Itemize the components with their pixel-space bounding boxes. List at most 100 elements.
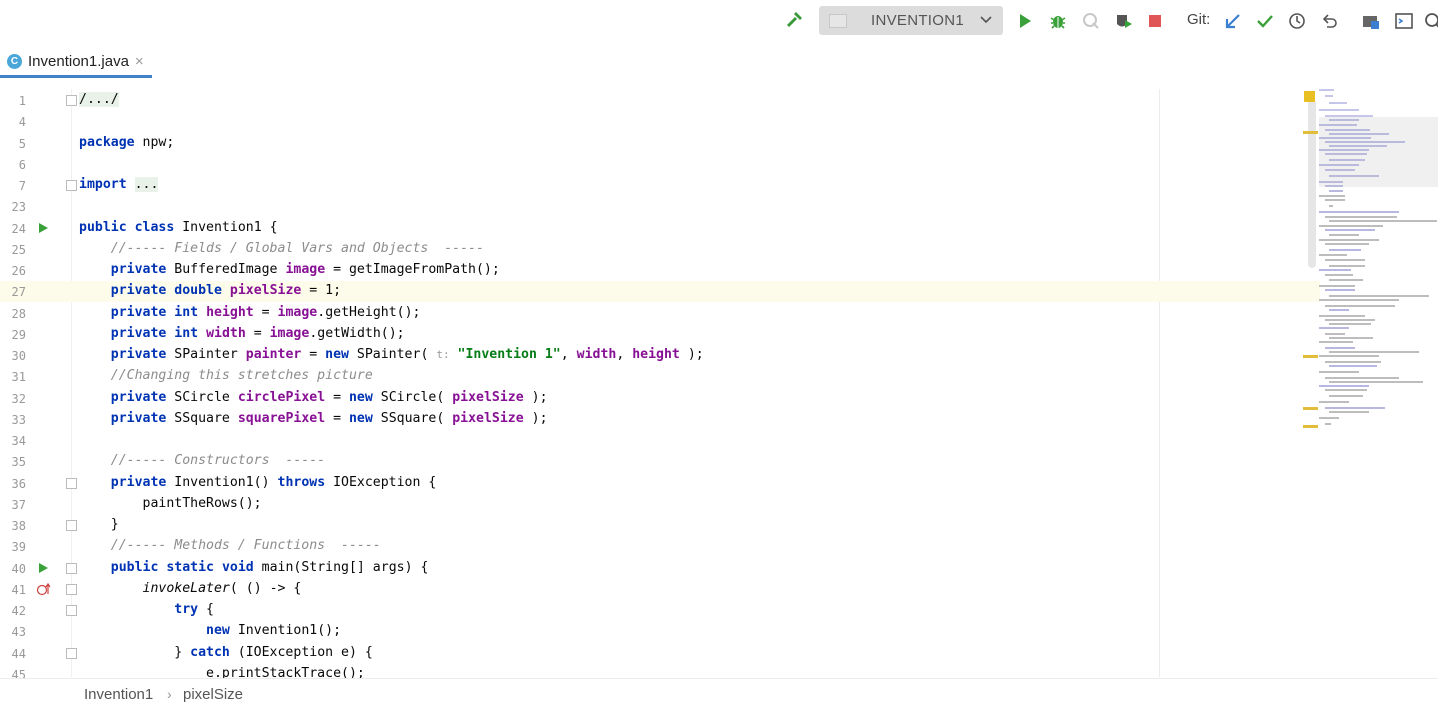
code-editor[interactable]: 1 /.../ 4 5 package npw; 6 7 import ... 23 24 publ… [0,89,1438,682]
minimap-line [1329,205,1333,207]
code-line[interactable]: 28 private int height = image.getHeight(… [0,303,1320,324]
code-line[interactable]: 36 private Invention1() throws IOExcepti… [0,473,1320,494]
code-line[interactable]: 33 private SSquare squarePixel = new SSq… [0,409,1320,430]
fold-toggle-icon[interactable] [66,648,77,659]
profile-icon[interactable] [1113,10,1135,32]
active-tab-indicator [0,75,152,78]
line-number: 34 [11,434,26,448]
breadcrumb-class[interactable]: Invention1 [84,686,153,703]
minimap-line [1325,407,1385,409]
minimap-line [1329,365,1377,367]
git-update-icon[interactable] [1222,10,1244,32]
minimap-line [1325,333,1345,335]
fold-toggle-icon[interactable] [66,584,77,595]
code-line[interactable]: 30 private SPainter painter = new SPaint… [0,345,1320,366]
minimap-line [1325,229,1375,231]
debug-icon[interactable] [1047,10,1069,32]
lambda-gutter-icon[interactable] [36,582,51,601]
minimap-line [1319,417,1339,419]
code-text: //----- Methods / Functions ----- [79,538,381,553]
code-line[interactable]: 23 [0,196,1320,217]
search-icon[interactable] [1422,10,1438,32]
tab-invention1-java[interactable]: C Invention1.java × [0,44,152,78]
minimap-line [1325,243,1369,245]
code-line[interactable]: 44 } catch (IOException e) { [0,643,1320,664]
fold-toggle-icon[interactable] [66,478,77,489]
line-number: 7 [18,179,26,193]
fold-toggle-icon[interactable] [66,180,77,191]
code-text: paintTheRows(); [79,496,262,511]
minimap-line [1319,254,1347,256]
minimap-line [1329,190,1343,192]
code-text: private int width = image.getWidth(); [110,326,405,341]
code-line[interactable]: 31 //Changing this stretches picture [0,366,1320,387]
terminal-icon[interactable] [1393,10,1415,32]
minimap-viewport[interactable] [1319,117,1438,187]
breadcrumb-field[interactable]: pixelSize [183,686,243,703]
run-icon[interactable] [1014,10,1036,32]
stop-icon[interactable] [1144,10,1166,32]
code-line[interactable]: 1 /.../ [0,90,1320,111]
code-line[interactable]: 37 paintTheRows(); [0,494,1320,515]
line-number: 43 [11,625,26,639]
minimap-line [1319,355,1379,357]
rollback-icon[interactable] [1319,10,1341,32]
close-icon[interactable]: × [135,53,144,70]
hammer-icon[interactable] [784,10,806,32]
code-line[interactable]: 4 [0,111,1320,132]
run-gutter-icon[interactable] [37,561,49,579]
warning-stripe-mark[interactable] [1303,355,1318,358]
code-line[interactable]: 41 invokeLater( () -> { [0,579,1320,600]
fold-toggle-icon[interactable] [66,520,77,531]
fold-toggle-icon[interactable] [66,605,77,616]
code-text: //----- Constructors ----- [79,453,326,468]
line-number: 27 [11,285,26,299]
line-number: 38 [11,519,26,533]
code-text: private SPainter painter = new SPainter(… [110,347,704,362]
minimap-line [1325,274,1353,276]
code-line[interactable]: 5 package npw; [0,133,1320,154]
code-text: //----- Fields / Global Vars and Objects… [79,241,484,256]
minimap-line [1329,323,1371,325]
code-line[interactable]: 24 public class Invention1 { [0,218,1320,239]
minimap-line [1325,423,1331,425]
code-line[interactable]: 35 //----- Constructors ----- [0,451,1320,472]
minimap-line [1329,381,1423,383]
code-line[interactable]: 27 private double pixelSize = 1; [0,281,1320,302]
line-number: 37 [11,498,26,512]
minimap-line [1319,269,1351,271]
code-line[interactable]: 7 import ... [0,175,1320,196]
code-line[interactable]: 39 //----- Methods / Functions ----- [0,536,1320,557]
code-line[interactable]: 43 new Invention1(); [0,621,1320,642]
minimap-line [1329,234,1359,236]
code-line[interactable]: 25 //----- Fields / Global Vars and Obje… [0,239,1320,260]
fold-toggle-icon[interactable] [66,95,77,106]
line-number: 39 [11,540,26,554]
code-line[interactable]: 32 private SCircle circlePixel = new SCi… [0,388,1320,409]
code-line[interactable]: 42 try { [0,600,1320,621]
code-line[interactable]: 40 public static void main(String[] args… [0,558,1320,579]
warning-stripe-mark[interactable] [1303,425,1318,428]
vertical-scrollbar-thumb[interactable] [1308,100,1316,268]
line-number: 36 [11,477,26,491]
code-line[interactable]: 6 [0,154,1320,175]
inspection-status-icon[interactable] [1304,91,1315,102]
warning-stripe-mark[interactable] [1303,407,1318,410]
minimap-line [1319,89,1334,91]
code-line[interactable]: 34 [0,430,1320,451]
project-structure-icon[interactable] [1360,10,1382,32]
code-line[interactable]: 29 private int width = image.getWidth(); [0,324,1320,345]
code-line[interactable]: 26 private BufferedImage image = getImag… [0,260,1320,281]
code-line[interactable]: 38 } [0,515,1320,536]
fold-toggle-icon[interactable] [66,563,77,574]
minimap-line [1325,347,1355,349]
git-commit-icon[interactable] [1254,10,1276,32]
coverage-icon[interactable] [1080,10,1102,32]
history-icon[interactable] [1286,10,1308,32]
code-text: invokeLater( () -> { [142,581,302,596]
code-text: private SCircle circlePixel = new SCircl… [110,390,548,405]
code-minimap[interactable] [1319,89,1438,434]
warning-stripe-mark[interactable] [1303,131,1318,134]
run-configuration-dropdown[interactable]: INVENTION1 [819,6,1003,35]
run-gutter-icon[interactable] [37,221,49,239]
